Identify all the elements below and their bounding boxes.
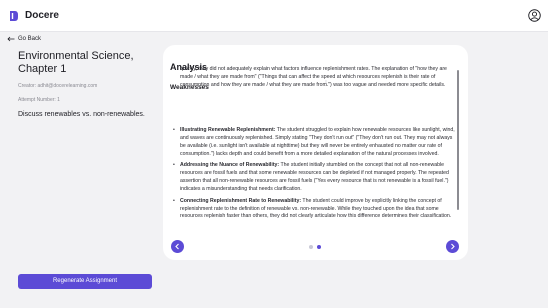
- top-bar: Docere: [0, 0, 548, 32]
- brand-name: Docere: [25, 10, 59, 21]
- user-circle-icon[interactable]: [528, 9, 541, 22]
- pagination-dot-1[interactable]: [309, 245, 313, 249]
- next-page-button[interactable]: [446, 240, 459, 253]
- creator-text: Creator: adhit@docerelearning.com: [18, 83, 98, 89]
- item-heading: Addressing the Nuance of Renewability:: [180, 162, 280, 169]
- arrow-left-icon: [7, 36, 15, 42]
- analysis-panel: Analysis Weaknesses ⋮ quickly, they did …: [163, 45, 468, 260]
- go-back-label: Go Back: [18, 36, 42, 42]
- docere-logo-icon: [10, 11, 18, 21]
- item-heading: Connecting Replenishment Rate to Renewab…: [180, 197, 302, 204]
- list-item: • Connecting Replenishment Rate to Renew…: [173, 197, 452, 220]
- regenerate-assignment-button[interactable]: Regenerate Assignment: [18, 274, 152, 289]
- list-item: • Illustrating Renewable Replenishment: …: [173, 127, 455, 157]
- list-item: • Addressing the Nuance of Renewability:…: [173, 162, 449, 192]
- scrollbar-thumb[interactable]: [457, 70, 459, 210]
- page-title: Environmental Science, Chapter 1: [18, 50, 134, 75]
- weakness-list: • Illustrating Renewable Replenishment: …: [173, 127, 456, 226]
- chevron-right-icon: [451, 243, 455, 250]
- previous-page-button[interactable]: [171, 240, 184, 253]
- attempt-number: Attempt Number: 1: [18, 97, 60, 103]
- weakness-intro-text: quickly, they did not adequately explain…: [180, 66, 447, 88]
- item-heading: Illustrating Renewable Replenishment:: [180, 127, 276, 133]
- go-back-link[interactable]: Go Back: [7, 34, 41, 44]
- chevron-left-icon: [175, 243, 179, 250]
- assignment-prompt: Discuss renewables vs. non-renewables.: [18, 111, 145, 118]
- pagination-dot-2[interactable]: [317, 245, 321, 249]
